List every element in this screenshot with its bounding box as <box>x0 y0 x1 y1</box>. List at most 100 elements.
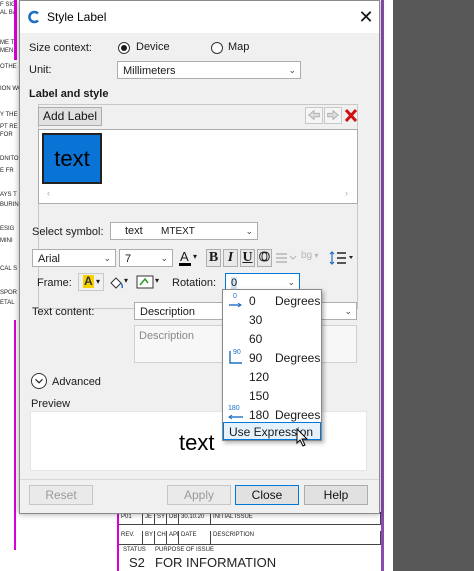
paint-bucket-icon <box>110 277 124 289</box>
advanced-expand-button[interactable] <box>31 373 47 389</box>
scroll-right-icon[interactable]: › <box>345 188 348 198</box>
revision-row: P01 JE SY DB 30.10.20 INITIAL ISSUE <box>119 513 381 525</box>
background-drawing-left: F SIGAL BAME TIMENOTHEION WOY THEPT REFO… <box>0 0 20 571</box>
drawing-note-fragment: AYS T <box>0 192 17 198</box>
delete-x-icon <box>344 108 358 123</box>
rotation-option-30[interactable]: 30 <box>223 310 321 329</box>
drawing-note-fragment: ESIG <box>0 226 15 232</box>
by-cell: JE <box>143 513 155 524</box>
label-and-style-heading: Label and style <box>29 88 109 100</box>
rotation-option-0[interactable]: 0 0 Degrees <box>223 291 321 310</box>
move-right-button[interactable] <box>324 107 342 124</box>
chevron-down-icon: ▾ <box>312 251 319 260</box>
rotation-value[interactable]: 0 <box>231 277 238 289</box>
bg-color-icon: bg <box>301 250 313 261</box>
map-radio-label[interactable]: Map <box>228 41 249 53</box>
arrow-right-icon <box>327 109 339 121</box>
drawing-note-fragment: FOR <box>0 132 13 138</box>
dialog-title: Style Label <box>47 10 107 24</box>
drawing-note-fragment: CAL S <box>0 266 18 272</box>
drawing-note-fragment: BURIN <box>0 202 19 208</box>
underline-button[interactable]: U <box>240 249 255 267</box>
preview-label: Preview <box>31 398 71 410</box>
desc-cell: INITIAL ISSUE <box>211 513 381 524</box>
rotation-option-120[interactable]: 120 <box>223 367 321 386</box>
app-header: APP'D <box>167 531 179 544</box>
map-radio[interactable] <box>211 42 223 54</box>
symbol-dropdown[interactable]: text MTEXT ⌄ <box>110 222 258 240</box>
font-family-dropdown[interactable]: Arial ⌄ <box>32 249 116 267</box>
mouse-cursor-icon <box>296 428 309 447</box>
chk-header: CHK'D <box>155 531 167 544</box>
frame-label: Frame: <box>37 277 72 289</box>
align-lines-icon <box>276 253 297 263</box>
chevron-down-icon: ⌄ <box>287 277 295 287</box>
label-thumbnail[interactable]: text <box>42 133 102 184</box>
help-button[interactable]: Help <box>304 485 368 505</box>
rotation-option-60[interactable]: 60 <box>223 329 321 348</box>
device-radio-label[interactable]: Device <box>136 41 170 53</box>
drawing-note-fragment: E FR <box>0 168 14 174</box>
date-cell: 30.10.20 <box>179 513 211 524</box>
font-size-dropdown[interactable]: 7 ⌄ <box>119 249 173 267</box>
close-button[interactable]: Close <box>235 485 299 505</box>
frame-border-button[interactable]: ▾ <box>135 273 163 291</box>
purpose-value: FOR INFORMATION <box>155 555 277 570</box>
align-button-disabled[interactable] <box>275 251 297 265</box>
drawing-border-line <box>381 0 384 571</box>
advanced-label[interactable]: Advanced <box>52 376 101 388</box>
apply-button[interactable]: Apply <box>167 485 231 505</box>
line-spacing-icon <box>329 251 353 265</box>
symbol-preview-text: text <box>125 225 143 237</box>
text-content-label: Text content: <box>32 306 95 318</box>
add-label-button[interactable]: Add Label <box>38 107 102 126</box>
bold-button[interactable]: B <box>206 249 221 267</box>
text-color-button[interactable]: A ▾ <box>177 249 203 267</box>
select-symbol-label: Select symbol: <box>32 226 104 238</box>
chevron-down-icon: ⌄ <box>103 253 111 263</box>
outline-button[interactable]: O <box>257 249 272 267</box>
font-size-value: 7 <box>125 253 132 265</box>
arrow-left-icon <box>308 109 320 121</box>
preview-text: text <box>179 430 215 455</box>
drawing-border-line <box>14 0 17 60</box>
style-label-dialog: Style Label ✕ Size context: Device Map U… <box>19 0 380 514</box>
button-divider <box>20 479 379 480</box>
close-icon[interactable]: ✕ <box>354 4 378 30</box>
angle-180-icon: 180 <box>227 405 245 423</box>
italic-button[interactable]: I <box>223 249 238 267</box>
rotation-label: Rotation: <box>172 277 217 289</box>
rotation-dropdown-list[interactable]: 0 0 Degrees 30 60 90 90 Degrees 120 150 … <box>222 289 322 441</box>
drawing-note-fragment: ETAL <box>0 300 15 306</box>
reset-button[interactable]: Reset <box>29 485 93 505</box>
background-color-button[interactable]: bg ▾ <box>301 250 325 266</box>
purpose-label: PURPOSE OF ISSUE <box>155 547 215 553</box>
line-spacing-button[interactable] <box>329 250 355 266</box>
label-list[interactable]: text ‹ › <box>38 129 358 204</box>
app-logo-icon <box>28 10 39 24</box>
scroll-left-icon[interactable]: ‹ <box>47 188 50 198</box>
frame-style-button[interactable]: A ▾ <box>78 273 104 291</box>
rotation-option-90[interactable]: 90 90 Degrees <box>223 348 321 367</box>
revision-header-row: REV. BY CHK'D APP'D DATE DESCRIPTION <box>119 531 381 545</box>
title-bar[interactable]: Style Label ✕ <box>20 1 379 33</box>
drawing-note-fragment: SPOR <box>0 290 18 296</box>
app-cell: DB <box>167 513 179 524</box>
frame-color-button[interactable]: ▾ <box>106 273 132 291</box>
drawing-note-fragment: DNITO <box>0 156 19 162</box>
chevron-down-icon: ⌄ <box>160 253 168 263</box>
status-label: STATUS <box>123 547 146 553</box>
unit-dropdown[interactable]: Millimeters ⌄ <box>117 61 301 79</box>
delete-label-button[interactable] <box>343 107 359 124</box>
angle-0-icon: 0 <box>227 291 245 309</box>
chevron-down-icon: ▾ <box>96 277 101 286</box>
drawing-note-fragment: MEN <box>0 48 14 54</box>
rotation-option-150[interactable]: 150 <box>223 386 321 405</box>
move-left-button[interactable] <box>305 107 323 124</box>
unit-label: Unit: <box>29 64 52 76</box>
device-radio[interactable] <box>118 42 130 54</box>
frame-highlight-icon: A <box>83 274 94 288</box>
title-block: P01 JE SY DB 30.10.20 INITIAL ISSUE REV.… <box>119 512 381 571</box>
chevron-down-icon: ⌄ <box>288 65 296 75</box>
symbol-value: MTEXT <box>161 226 195 237</box>
